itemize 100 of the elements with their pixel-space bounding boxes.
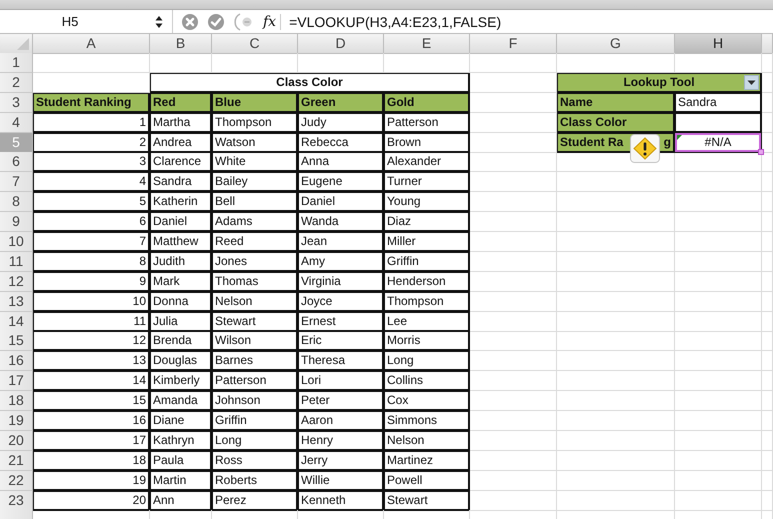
row-header[interactable]: 15 xyxy=(0,331,33,352)
formula-field[interactable]: =VLOOKUP(H3,A4:E23,1,FALSE) xyxy=(289,14,502,30)
empty-cell[interactable] xyxy=(470,490,557,511)
empty-cell[interactable] xyxy=(557,490,675,511)
empty-cell[interactable] xyxy=(470,391,557,412)
row-header[interactable]: 9 xyxy=(0,212,33,232)
empty-cell[interactable] xyxy=(762,490,773,511)
empty-cell[interactable] xyxy=(762,152,773,172)
empty-cell[interactable] xyxy=(470,272,557,292)
stepper-icon[interactable] xyxy=(154,14,164,28)
empty-cell[interactable] xyxy=(675,391,762,412)
empty-cell[interactable] xyxy=(557,172,675,192)
row-header[interactable]: 22 xyxy=(0,470,33,491)
empty-cell[interactable] xyxy=(384,53,470,73)
row-header[interactable]: 1 xyxy=(0,53,33,73)
empty-cell[interactable] xyxy=(470,292,557,312)
empty-cell[interactable] xyxy=(557,351,675,372)
empty-cell[interactable] xyxy=(675,351,762,372)
empty-cell[interactable] xyxy=(470,450,557,471)
row-header[interactable]: 4 xyxy=(0,112,33,133)
empty-cell[interactable] xyxy=(212,53,298,73)
empty-cell[interactable] xyxy=(470,312,557,332)
empty-cell[interactable] xyxy=(762,72,773,93)
empty-cell[interactable] xyxy=(762,112,773,133)
empty-cell[interactable] xyxy=(762,292,773,312)
empty-cell[interactable] xyxy=(470,252,557,272)
row-header[interactable]: 11 xyxy=(0,252,33,272)
empty-cell[interactable] xyxy=(557,430,675,451)
empty-cell[interactable] xyxy=(762,331,773,352)
empty-cell[interactable] xyxy=(675,450,762,471)
row-header[interactable]: 13 xyxy=(0,292,33,312)
empty-cell[interactable] xyxy=(762,411,773,432)
empty-cell[interactable] xyxy=(557,292,675,312)
empty-cell[interactable] xyxy=(557,450,675,471)
empty-cell[interactable] xyxy=(762,232,773,252)
empty-cell[interactable] xyxy=(762,172,773,192)
empty-cell[interactable] xyxy=(557,252,675,272)
empty-cell[interactable] xyxy=(150,53,212,73)
empty-cell[interactable] xyxy=(470,371,557,392)
column-header[interactable]: E xyxy=(384,34,470,54)
row-header[interactable]: 6 xyxy=(0,152,33,172)
column-header[interactable]: H xyxy=(675,34,762,54)
column-header[interactable]: B xyxy=(150,34,212,54)
empty-cell[interactable] xyxy=(470,192,557,212)
empty-cell[interactable] xyxy=(675,331,762,352)
table-cell[interactable] xyxy=(675,112,762,133)
empty-cell[interactable] xyxy=(470,172,557,192)
empty-cell[interactable] xyxy=(470,331,557,352)
empty-cell[interactable] xyxy=(675,212,762,232)
row-header[interactable]: 2 xyxy=(0,72,33,93)
empty-cell[interactable] xyxy=(675,312,762,332)
column-header[interactable]: D xyxy=(298,34,384,54)
empty-cell[interactable] xyxy=(557,152,675,172)
empty-cell[interactable] xyxy=(762,132,773,153)
empty-cell[interactable] xyxy=(675,172,762,192)
empty-cell[interactable] xyxy=(762,92,773,113)
empty-cell[interactable] xyxy=(470,351,557,372)
empty-cell[interactable] xyxy=(557,331,675,352)
table-cell[interactable]: Sandra xyxy=(675,92,762,113)
empty-cell[interactable] xyxy=(675,272,762,292)
empty-cell[interactable] xyxy=(557,212,675,232)
empty-cell[interactable] xyxy=(557,312,675,332)
empty-cell[interactable] xyxy=(675,252,762,272)
empty-cell[interactable] xyxy=(762,192,773,212)
empty-cell[interactable] xyxy=(762,371,773,392)
empty-cell[interactable] xyxy=(675,411,762,432)
empty-cell[interactable] xyxy=(470,53,557,73)
warning-icon[interactable] xyxy=(630,134,660,163)
empty-cell[interactable] xyxy=(470,212,557,232)
table-cell[interactable]: #N/A xyxy=(675,132,762,153)
empty-cell[interactable] xyxy=(762,312,773,332)
empty-cell[interactable] xyxy=(470,232,557,252)
empty-cell[interactable] xyxy=(762,430,773,451)
row-header[interactable]: 23 xyxy=(0,490,33,511)
row-header[interactable]: 18 xyxy=(0,391,33,412)
confirm-icon[interactable] xyxy=(207,12,225,30)
row-header[interactable]: 7 xyxy=(0,172,33,192)
row-header[interactable]: 10 xyxy=(0,232,33,252)
empty-cell[interactable] xyxy=(557,371,675,392)
empty-cell[interactable] xyxy=(675,292,762,312)
empty-cell[interactable] xyxy=(675,152,762,172)
empty-cell[interactable] xyxy=(675,470,762,491)
empty-cell[interactable] xyxy=(762,351,773,372)
empty-cell[interactable] xyxy=(470,411,557,432)
cancel-icon[interactable] xyxy=(181,12,199,30)
row-header[interactable]: 12 xyxy=(0,272,33,292)
empty-cell[interactable] xyxy=(675,430,762,451)
row-header[interactable]: 19 xyxy=(0,411,33,432)
row-header[interactable]: 21 xyxy=(0,450,33,471)
select-all-corner[interactable] xyxy=(0,34,33,54)
row-header[interactable]: 3 xyxy=(0,92,33,113)
empty-cell[interactable] xyxy=(557,470,675,491)
empty-cell[interactable] xyxy=(557,232,675,252)
row-header[interactable]: 20 xyxy=(0,430,33,451)
empty-cell[interactable] xyxy=(762,212,773,232)
empty-cell[interactable] xyxy=(470,430,557,451)
empty-cell[interactable] xyxy=(675,192,762,212)
empty-cell[interactable] xyxy=(762,252,773,272)
empty-cell[interactable] xyxy=(675,490,762,511)
empty-cell[interactable] xyxy=(557,192,675,212)
